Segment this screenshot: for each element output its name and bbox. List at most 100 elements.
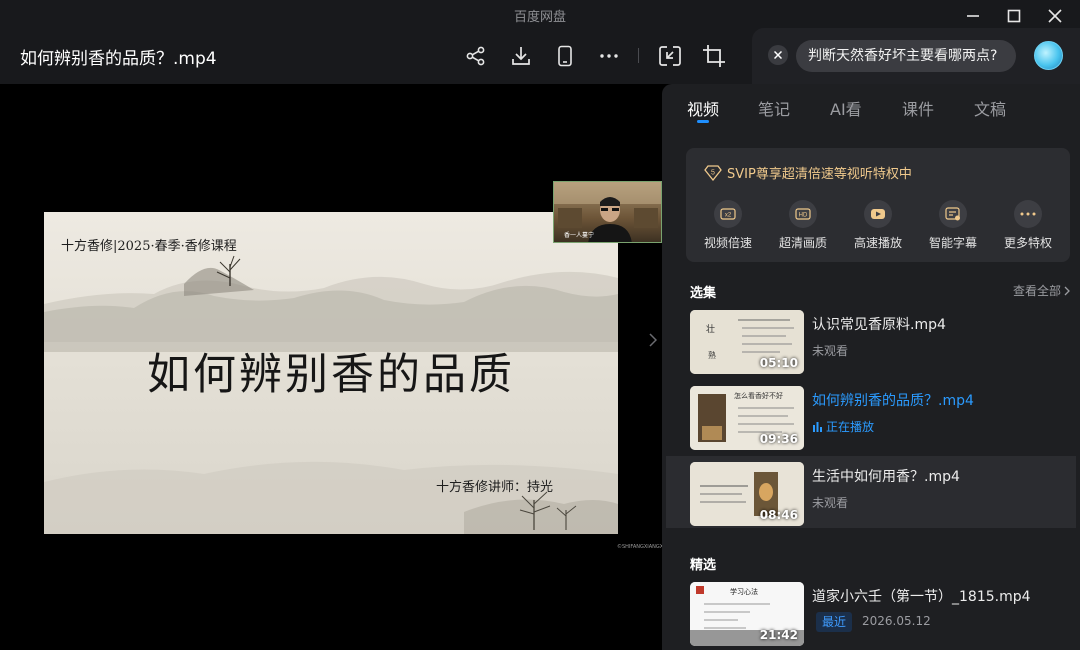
hd-icon: HD — [789, 200, 817, 228]
close-window-button[interactable] — [1035, 4, 1075, 28]
view-all-label: 查看全部 — [1012, 284, 1061, 298]
screen-cast-icon — [659, 46, 681, 66]
title-bar: 百度网盘 如何辨别香的品质？.mp4 判断天然香好坏主要看哪两点? — [0, 0, 1080, 84]
file-title: 如何辨别香的品质？.mp4 — [20, 49, 217, 69]
minimize-button[interactable] — [953, 4, 993, 28]
maximize-icon — [1007, 9, 1021, 23]
episode-status-label: 正在播放 — [826, 420, 875, 434]
more-icon — [600, 54, 618, 58]
chevron-right-icon — [1064, 286, 1070, 295]
featured-date: 2026.05.12 — [862, 614, 931, 628]
svg-text:怎么看香好不好: 怎么看香好不好 — [734, 391, 783, 400]
perk-fast-play[interactable]: 高速播放 — [841, 200, 915, 251]
panel-tabs: 视频 笔记 AI看 课件 文稿 — [662, 84, 1080, 130]
tab-transcript[interactable]: 文稿 — [974, 96, 1006, 120]
video-watermark: ©SHIFANGXIANGXIU — [617, 544, 669, 550]
screen-cast-button[interactable] — [655, 40, 685, 72]
episode-duration: 09:36 — [759, 432, 798, 446]
minimize-icon — [967, 15, 979, 17]
ai-question-bar: 判断天然香好坏主要看哪两点? — [752, 28, 1080, 84]
recent-badge: 最近 — [816, 612, 853, 632]
svip-banner[interactable]: 5 SVIP尊享超清倍速等视听特权中 — [704, 163, 912, 182]
episode-status-label: 未观看 — [812, 496, 849, 510]
perk-label: 高速播放 — [853, 236, 902, 250]
svg-text:熟: 熟 — [708, 350, 716, 360]
episode-thumbnail: 怎么看香好不好 09:36 — [690, 386, 804, 450]
episode-status: 未观看 — [812, 342, 848, 359]
episode-thumbnail: 08:46 — [690, 462, 804, 526]
ai-question-chip[interactable]: 判断天然香好坏主要看哪两点? — [796, 40, 1016, 72]
playlist-title: 选集 — [690, 286, 717, 301]
episode-name: 认识常见香原料.mp4 — [812, 317, 946, 333]
featured-thumbnail: 学习心法 21:42 — [690, 582, 804, 646]
fast-play-icon — [864, 200, 892, 228]
tab-ai-watch[interactable]: AI看 — [830, 96, 862, 120]
video-player[interactable]: 十方香修|2025·春季·香修课程 如何辨别香的品质 十方香修讲师：持光 香一人… — [0, 84, 668, 650]
ai-assistant-avatar[interactable] — [1034, 41, 1063, 70]
episode-status: 未观看 — [812, 494, 848, 511]
crop-button[interactable] — [699, 40, 729, 72]
perk-more[interactable]: 更多特权 — [991, 200, 1065, 251]
featured-duration: 21:42 — [759, 628, 798, 642]
perk-hd-quality[interactable]: HD 超清画质 — [766, 200, 840, 251]
svip-diamond-icon: 5 — [704, 164, 722, 181]
svg-text:学习心法: 学习心法 — [730, 587, 758, 596]
send-to-phone-button[interactable] — [550, 40, 580, 72]
perk-label: 视频倍速 — [703, 236, 752, 250]
presenter-camera: 香一人蔓宁 — [553, 181, 662, 243]
collapse-panel-button[interactable] — [646, 330, 660, 350]
featured-title: 精选 — [690, 558, 717, 573]
perk-smart-subtitle[interactable]: 智能字幕 — [916, 200, 990, 251]
episode-item[interactable]: 壮 熟 05:10 认识常见香原料.mp4 未观看 — [666, 304, 1076, 376]
svip-card: 5 SVIP尊享超清倍速等视听特权中 x2 视频倍速 HD 超清画质 高速播放 — [686, 148, 1070, 262]
episode-name: 生活中如何用香？.mp4 — [812, 469, 960, 485]
view-all-link[interactable]: 查看全部 — [1013, 282, 1070, 299]
svg-text:壮: 壮 — [706, 323, 715, 335]
more-button[interactable] — [594, 40, 624, 72]
slide-course-label: 十方香修|2025·春季·香修课程 — [61, 239, 237, 254]
perk-label: 更多特权 — [1003, 236, 1052, 250]
episode-duration: 08:46 — [759, 508, 798, 522]
download-icon — [512, 47, 530, 65]
close-icon — [774, 51, 782, 59]
toolbar-divider — [638, 48, 639, 63]
share-button[interactable] — [461, 40, 491, 72]
svg-text:x2: x2 — [725, 213, 732, 219]
playing-bars-icon — [813, 421, 822, 432]
slide-teacher: 十方香修讲师：持光 — [436, 480, 554, 495]
episode-thumbnail: 壮 熟 05:10 — [690, 310, 804, 374]
share-icon — [466, 46, 485, 66]
video-frame: 十方香修|2025·春季·香修课程 如何辨别香的品质 十方香修讲师：持光 — [44, 212, 618, 534]
presenter-name: 香一人蔓宁 — [564, 232, 595, 239]
tab-notes[interactable]: 笔记 — [758, 96, 790, 120]
episode-item-playing[interactable]: 怎么看香好不好 09:36 如何辨别香的品质？.mp4 正在播放 — [666, 380, 1076, 452]
featured-name: 道家小六壬（第一节）_1815.mp4 — [812, 589, 1031, 605]
chevron-right-icon — [649, 333, 657, 347]
perk-label: 智能字幕 — [928, 236, 977, 250]
ai-close-button[interactable] — [768, 45, 788, 65]
app-title: 百度网盘 — [513, 10, 566, 25]
maximize-button[interactable] — [994, 4, 1034, 28]
tab-video[interactable]: 视频 — [687, 96, 719, 120]
more-perks-icon — [1014, 200, 1042, 228]
svip-text: SVIP尊享超清倍速等视听特权中 — [727, 167, 912, 182]
svg-text:HD: HD — [799, 213, 808, 219]
episode-status-label: 未观看 — [812, 344, 849, 358]
speed-icon: x2 — [714, 200, 742, 228]
episode-item[interactable]: 08:46 生活中如何用香？.mp4 未观看 — [666, 456, 1076, 528]
subtitle-icon — [939, 200, 967, 228]
perk-label: 超清画质 — [778, 236, 827, 250]
active-tab-indicator — [697, 120, 709, 123]
close-icon — [1048, 9, 1062, 23]
phone-icon — [558, 45, 572, 67]
featured-item[interactable]: 学习心法 21:42 道家小六壬（第一节）_1815.mp4 最近 2026.0… — [666, 576, 1076, 648]
side-panel: 视频 笔记 AI看 课件 文稿 5 SVIP尊享超清倍速等视听特权中 x2 视频… — [662, 84, 1080, 650]
perk-video-speed[interactable]: x2 视频倍速 — [691, 200, 765, 251]
episode-duration: 05:10 — [759, 356, 798, 370]
slide-title: 如何辨别香的品质 — [147, 350, 515, 400]
tab-courseware[interactable]: 课件 — [902, 96, 934, 120]
crop-icon — [703, 45, 725, 67]
episode-status: 正在播放 — [812, 418, 874, 435]
episode-name: 如何辨别香的品质？.mp4 — [812, 393, 974, 409]
download-button[interactable] — [506, 40, 536, 72]
